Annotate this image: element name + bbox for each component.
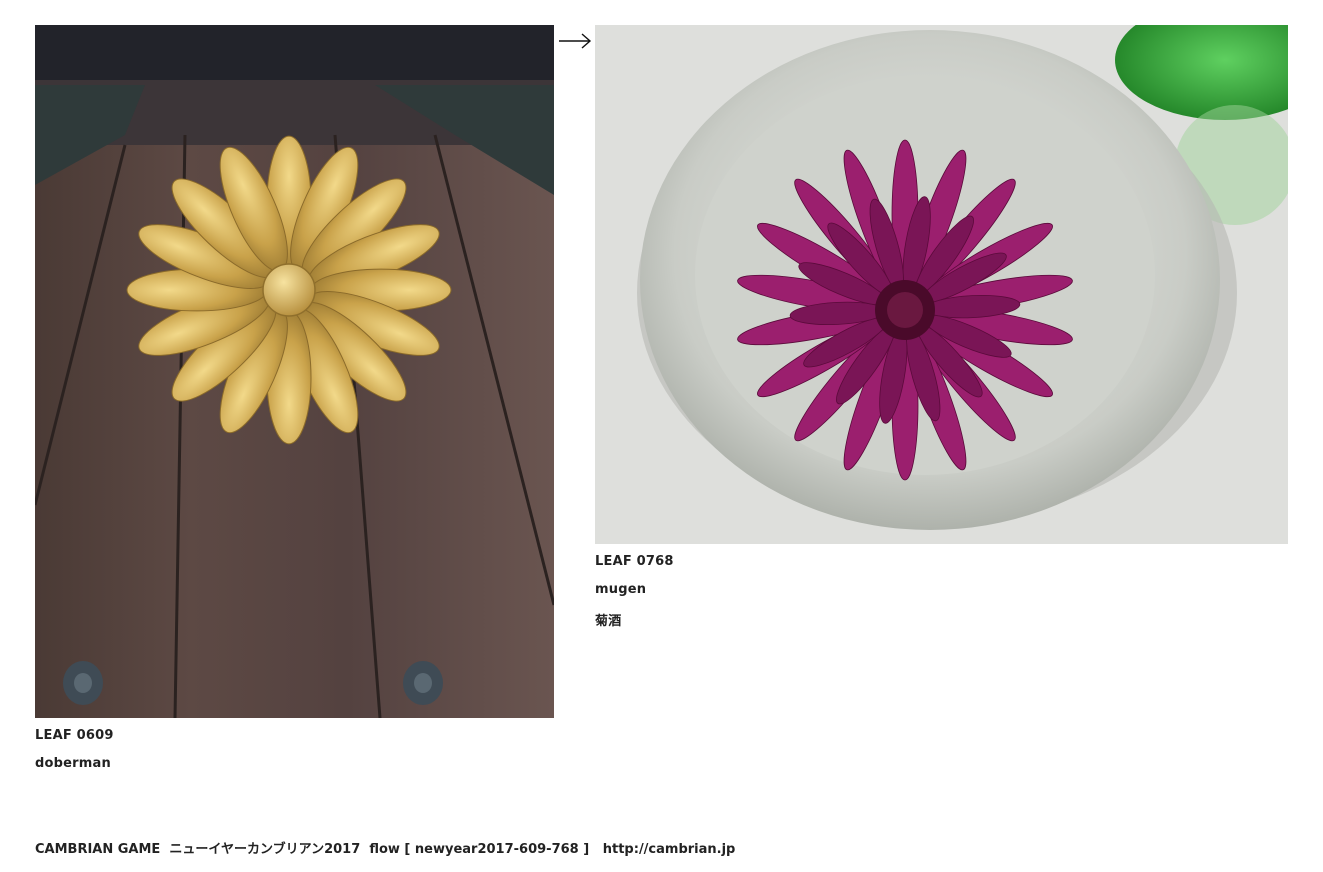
right-arrow-icon (558, 30, 592, 52)
leaf-0768-number[interactable]: LEAF 0768 (595, 554, 674, 569)
footer-game-link[interactable]: CAMBRIAN GAME (35, 842, 160, 857)
footer: CAMBRIAN GAME ニューイヤーカンブリアン2017 flow [ ne… (35, 838, 735, 857)
footer-event-link[interactable]: ニューイヤーカンブリアン2017 (169, 842, 360, 857)
chrysanthemum-crest-image (35, 25, 554, 718)
footer-flow-text: flow [ newyear2017-609-768 ] (369, 842, 590, 857)
purple-flower-bowl-image (595, 25, 1288, 544)
footer-url-link[interactable]: http://cambrian.jp (603, 842, 736, 857)
leaf-0609-number[interactable]: LEAF 0609 (35, 728, 114, 743)
leaf-0768-title: 菊酒 (595, 614, 622, 629)
leaf-0609-photo[interactable] (35, 25, 554, 718)
leaf-0609-author[interactable]: doberman (35, 756, 111, 771)
leaf-0768-photo[interactable] (595, 25, 1288, 544)
leaf-0768-author[interactable]: mugen (595, 582, 646, 597)
